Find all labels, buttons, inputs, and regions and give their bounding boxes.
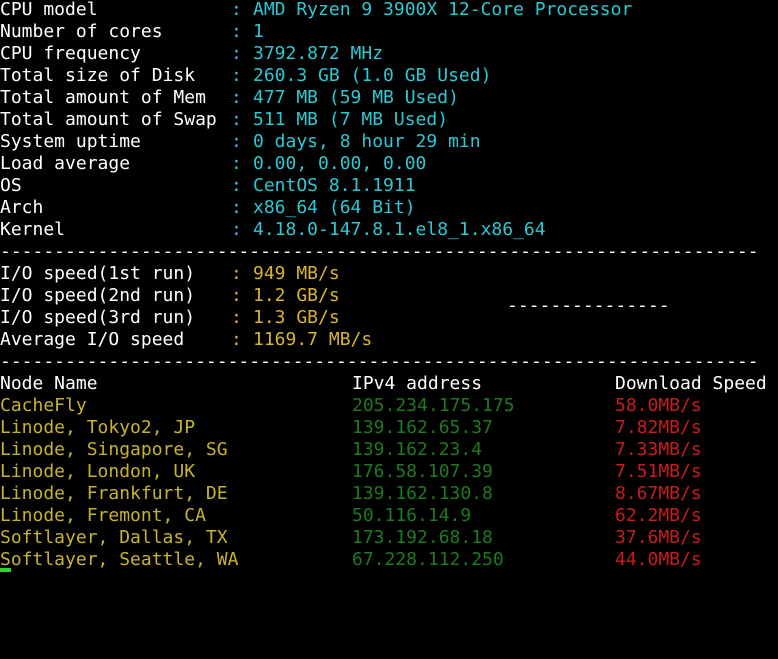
column-header-download-speed: Download Speed [615,373,767,394]
info-value: 3792.872 MHz [253,43,384,64]
node-speed: 44.0MB/s [615,549,702,570]
node-speed: 7.82MB/s [615,417,702,438]
node-ip: 139.162.23.4 [352,439,483,460]
node-name: Linode, Tokyo2, JP [0,417,196,438]
node-name: Linode, Singapore, SG [0,439,228,460]
node-ip: 139.162.65.37 [352,417,493,438]
info-value: x86_64 (64 Bit) [253,197,416,218]
node-speed: 7.33MB/s [615,439,702,460]
io-colon: : [231,329,242,350]
network-row: Softlayer, Dallas, TX 173.192.68.18 37.6… [0,527,778,549]
info-row-uptime: System uptime : 0 days, 8 hour 29 min [0,131,778,153]
terminal-window[interactable]: CPU model : AMD Ryzen 9 3900X 12-Core Pr… [0,0,778,573]
info-row-load-average: Load average : 0.00, 0.00, 0.00 [0,153,778,175]
io-label: Average I/O speed [0,329,185,350]
separator-line: ----------------------------------------… [0,351,759,372]
info-row-cpu-frequency: CPU frequency : 3792.872 MHz [0,43,778,65]
info-label: CPU model [0,0,98,20]
node-name: Softlayer, Dallas, TX [0,527,228,548]
node-name: Softlayer, Seattle, WA [0,549,239,570]
info-row-swap: Total amount of Swap : 511 MB (7 MB Used… [0,109,778,131]
io-row-average: Average I/O speed : 1169.7 MB/s [0,329,778,351]
network-row: Linode, London, UK 176.58.107.39 7.51MB/… [0,461,778,483]
io-label: I/O speed(1st run) [0,263,196,284]
network-row: Linode, Frankfurt, DE 139.162.130.8 8.67… [0,483,778,505]
node-ip: 205.234.175.175 [352,395,515,416]
node-name: CacheFly [0,395,87,416]
column-header-ipv4: IPv4 address [352,373,483,394]
info-colon: : [231,65,242,86]
io-value: 1169.7 MB/s [253,329,373,350]
info-colon: : [231,197,242,218]
io-colon: : [231,285,242,306]
info-colon: : [231,0,242,20]
info-row-arch: Arch : x86_64 (64 Bit) [0,197,778,219]
node-speed: 37.6MB/s [615,527,702,548]
node-speed: 62.2MB/s [615,505,702,526]
node-name: Linode, Fremont, CA [0,505,206,526]
info-value: 477 MB (59 MB Used) [253,87,459,108]
info-value: 0 days, 8 hour 29 min [253,131,481,152]
info-row-kernel: Kernel : 4.18.0-147.8.1.el8_1.x86_64 [0,219,778,241]
info-label: Total amount of Swap [0,109,217,130]
info-value: 0.00, 0.00, 0.00 [253,153,427,174]
node-name: Linode, London, UK [0,461,196,482]
info-colon: : [231,87,242,108]
network-row: Softlayer, Seattle, WA 67.228.112.250 44… [0,549,778,571]
separator-line: ----------------------------------------… [0,241,759,262]
io-colon: : [231,263,242,284]
io-value: 949 MB/s [253,263,340,284]
info-label: Arch [0,197,44,218]
io-value: 1.2 GB/s [253,285,340,306]
node-ip: 139.162.130.8 [352,483,493,504]
info-label: OS [0,175,22,196]
node-ip: 50.116.14.9 [352,505,472,526]
network-row: CacheFly 205.234.175.175 58.0MB/s [0,395,778,417]
info-label: Number of cores [0,21,163,42]
info-label: CPU frequency [0,43,141,64]
info-row-mem: Total amount of Mem : 477 MB (59 MB Used… [0,87,778,109]
io-label: I/O speed(2nd run) [0,285,196,306]
info-colon: : [231,21,242,42]
node-name: Linode, Frankfurt, DE [0,483,228,504]
stray-dashes: --------------- [507,295,670,316]
info-label: Load average [0,153,131,174]
info-colon: : [231,175,242,196]
node-ip: 176.58.107.39 [352,461,493,482]
info-value: 511 MB (7 MB Used) [253,109,449,130]
node-speed: 8.67MB/s [615,483,702,504]
node-ip: 173.192.68.18 [352,527,493,548]
io-colon: : [231,307,242,328]
info-label: System uptime [0,131,141,152]
info-row-disk: Total size of Disk : 260.3 GB (1.0 GB Us… [0,65,778,87]
node-speed: 7.51MB/s [615,461,702,482]
io-label: I/O speed(3rd run) [0,307,196,328]
network-row: Linode, Tokyo2, JP 139.162.65.37 7.82MB/… [0,417,778,439]
network-row: Linode, Singapore, SG 139.162.23.4 7.33M… [0,439,778,461]
terminal-cursor [0,568,11,572]
info-colon: : [231,219,242,240]
io-value: 1.3 GB/s [253,307,340,328]
info-colon: : [231,109,242,130]
info-value: CentOS 8.1.1911 [253,175,416,196]
node-speed: 58.0MB/s [615,395,702,416]
info-value: AMD Ryzen 9 3900X 12-Core Processor [253,0,633,20]
info-row-cpu-model: CPU model : AMD Ryzen 9 3900X 12-Core Pr… [0,0,778,21]
info-row-os: OS : CentOS 8.1.1911 [0,175,778,197]
node-ip: 67.228.112.250 [352,549,504,570]
info-value: 1 [253,21,264,42]
column-header-node-name: Node Name [0,373,98,394]
network-table-header: Node Name IPv4 address Download Speed [0,373,778,395]
info-label: Total size of Disk [0,65,196,86]
network-row: Linode, Fremont, CA 50.116.14.9 62.2MB/s [0,505,778,527]
info-value: 260.3 GB (1.0 GB Used) [253,65,492,86]
info-value: 4.18.0-147.8.1.el8_1.x86_64 [253,219,546,240]
info-row-cores: Number of cores : 1 [0,21,778,43]
info-colon: : [231,43,242,64]
io-row-1st-run: I/O speed(1st run) : 949 MB/s [0,263,778,285]
info-label: Total amount of Mem [0,87,206,108]
info-colon: : [231,153,242,174]
info-label: Kernel [0,219,66,240]
info-colon: : [231,131,242,152]
